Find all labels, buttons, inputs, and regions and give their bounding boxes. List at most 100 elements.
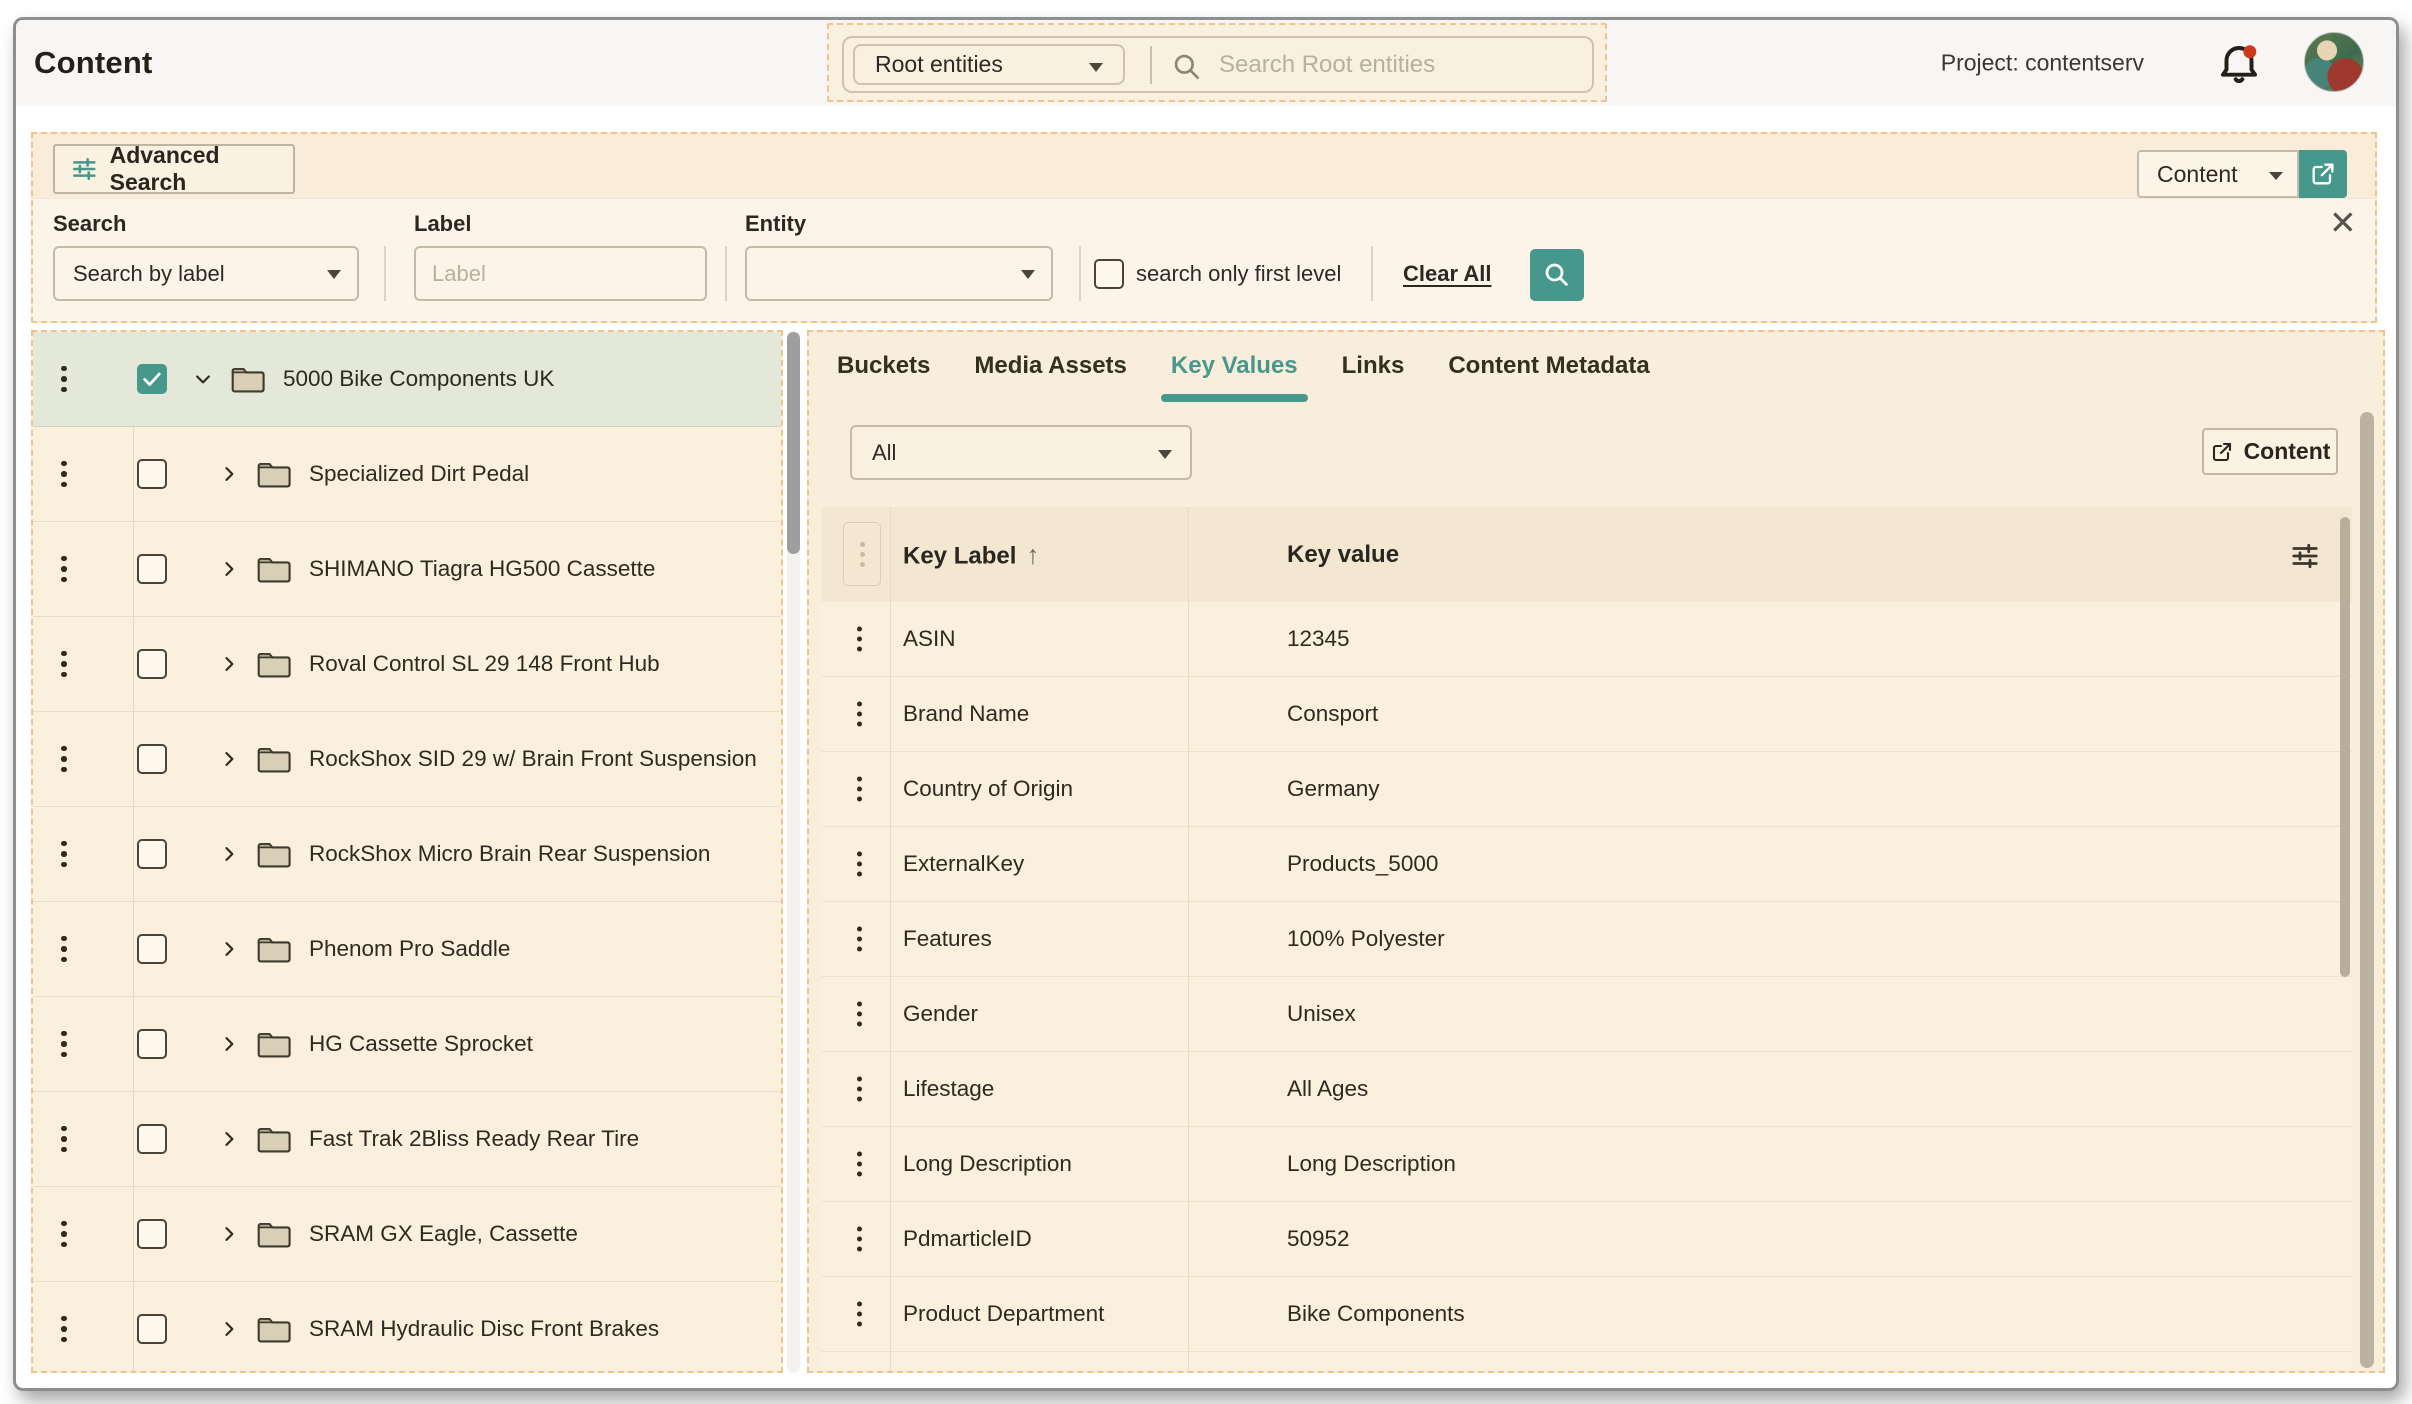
kebab-menu-icon[interactable] (33, 1126, 95, 1153)
drag-handle[interactable] (843, 522, 881, 586)
kebab-menu-icon[interactable] (33, 1031, 95, 1058)
table-row[interactable]: Country of Origin Germany (822, 752, 2352, 827)
table-row[interactable]: Brand Name Consport (822, 677, 2352, 752)
chevron-right-icon[interactable] (219, 844, 239, 864)
key-value-cell: Unisex (1287, 1001, 1356, 1027)
kebab-menu-icon[interactable] (846, 1002, 872, 1027)
scope-dropdown[interactable]: Root entities (853, 44, 1125, 85)
kebab-menu-icon[interactable] (33, 461, 95, 488)
table-scrollbar-thumb[interactable] (2340, 517, 2350, 977)
table-row-partial[interactable] (822, 1352, 2352, 1373)
close-icon[interactable]: ✕ (2329, 206, 2357, 239)
entity-dropdown[interactable] (745, 246, 1053, 301)
tree-row[interactable]: SRAM GX Eagle, Cassette (33, 1187, 781, 1282)
chevron-right-icon[interactable] (219, 559, 239, 579)
tree-row[interactable]: 5000 Bike Components UK (33, 332, 781, 427)
checkbox[interactable] (137, 934, 167, 964)
kebab-menu-icon[interactable] (846, 702, 872, 727)
kebab-menu-icon[interactable] (846, 927, 872, 952)
table-row[interactable]: ExternalKey Products_5000 (822, 827, 2352, 902)
table-row[interactable]: ASIN 12345 (822, 602, 2352, 677)
chevron-right-icon[interactable] (219, 1129, 239, 1149)
chevron-right-icon[interactable] (219, 749, 239, 769)
chevron-right-icon[interactable] (219, 1319, 239, 1339)
kebab-menu-icon[interactable] (846, 627, 872, 652)
first-level-checkbox[interactable] (1094, 259, 1124, 289)
checkbox[interactable] (137, 744, 167, 774)
checkbox[interactable] (137, 1314, 167, 1344)
content-button[interactable]: Content (2202, 428, 2338, 475)
global-search-input[interactable] (1219, 42, 1584, 88)
key-filter-dropdown[interactable]: All (850, 425, 1192, 480)
checkbox[interactable] (137, 1124, 167, 1154)
checkbox[interactable] (137, 1219, 167, 1249)
search-icon (1542, 260, 1572, 290)
tree-row[interactable]: Specialized Dirt Pedal (33, 427, 781, 522)
checkbox[interactable] (137, 839, 167, 869)
table-row[interactable]: Features 100% Polyester (822, 902, 2352, 977)
tab-content-metadata[interactable]: Content Metadata (1448, 352, 1649, 394)
table-row[interactable]: Gender Unisex (822, 977, 2352, 1052)
checkbox[interactable] (137, 649, 167, 679)
kebab-menu-icon[interactable] (846, 852, 872, 877)
kebab-menu-icon[interactable] (33, 366, 95, 393)
kebab-menu-icon[interactable] (33, 841, 95, 868)
tree-row[interactable]: RockShox SID 29 w/ Brain Front Suspensio… (33, 712, 781, 807)
table-row[interactable]: Long Description Long Description (822, 1127, 2352, 1202)
chevron-right-icon[interactable] (219, 1034, 239, 1054)
kebab-menu-icon[interactable] (846, 1227, 872, 1252)
view-dropdown[interactable]: Content (2137, 150, 2299, 198)
chevron-down-icon (2269, 172, 2283, 180)
tree-row[interactable]: SHIMANO Tiagra HG500 Cassette (33, 522, 781, 617)
tree-row[interactable]: Fast Trak 2Bliss Ready Rear Tire (33, 1092, 781, 1187)
notifications-bell-icon[interactable] (2214, 38, 2264, 88)
search-submit-button[interactable] (1530, 249, 1584, 301)
kebab-menu-icon[interactable] (846, 1152, 872, 1177)
open-in-new-button[interactable] (2299, 150, 2347, 198)
tab-media-assets[interactable]: Media Assets (974, 352, 1127, 394)
chevron-right-icon[interactable] (219, 654, 239, 674)
kebab-menu-icon[interactable] (33, 746, 95, 773)
kebab-menu-icon[interactable] (846, 1077, 872, 1102)
checkbox[interactable] (137, 554, 167, 584)
kebab-menu-icon[interactable] (33, 1316, 95, 1343)
tree-row[interactable]: HG Cassette Sprocket (33, 997, 781, 1092)
kebab-menu-icon[interactable] (33, 936, 95, 963)
column-header-key-value[interactable]: Key value (1287, 541, 1399, 569)
chevron-right-icon[interactable] (219, 1224, 239, 1244)
check-icon (141, 368, 163, 390)
advanced-search-button[interactable]: Advanced Search (53, 144, 295, 194)
external-link-icon (2210, 440, 2234, 464)
checkbox[interactable] (137, 459, 167, 489)
kebab-menu-icon[interactable] (33, 651, 95, 678)
label-input[interactable] (414, 246, 707, 301)
clear-all-link[interactable]: Clear All (1403, 261, 1491, 287)
kebab-menu-icon[interactable] (846, 1302, 872, 1327)
column-header-key-label[interactable]: Key Label↑ (903, 540, 1039, 571)
chevron-down-icon[interactable] (193, 369, 213, 389)
search-by-dropdown[interactable]: Search by label (53, 246, 359, 301)
tree-scrollbar-thumb[interactable] (787, 332, 800, 554)
panel-scrollbar-thumb[interactable] (2360, 412, 2374, 1368)
chevron-right-icon[interactable] (219, 464, 239, 484)
table-row[interactable]: PdmarticleID 50952 (822, 1202, 2352, 1277)
kebab-menu-icon[interactable] (33, 1221, 95, 1248)
tab-key-values[interactable]: Key Values (1171, 352, 1298, 394)
tree-row[interactable]: SRAM Hydraulic Disc Front Brakes (33, 1282, 781, 1373)
kebab-menu-icon[interactable] (846, 777, 872, 802)
tree-item-label: HG Cassette Sprocket (309, 1031, 533, 1057)
tab-links[interactable]: Links (1342, 352, 1405, 394)
checkbox-checked[interactable] (137, 364, 167, 394)
kebab-menu-icon[interactable] (33, 556, 95, 583)
checkbox[interactable] (137, 1029, 167, 1059)
tree-item-label: Roval Control SL 29 148 Front Hub (309, 651, 660, 677)
tab-buckets[interactable]: Buckets (837, 352, 930, 394)
tree-row[interactable]: Roval Control SL 29 148 Front Hub (33, 617, 781, 712)
chevron-right-icon[interactable] (219, 939, 239, 959)
table-row[interactable]: Product Department Bike Components (822, 1277, 2352, 1352)
tree-row[interactable]: RockShox Micro Brain Rear Suspension (33, 807, 781, 902)
filter-columns-icon[interactable] (2290, 541, 2320, 576)
tree-row[interactable]: Phenom Pro Saddle (33, 902, 781, 997)
user-avatar[interactable] (2304, 32, 2364, 92)
table-row[interactable]: Lifestage All Ages (822, 1052, 2352, 1127)
